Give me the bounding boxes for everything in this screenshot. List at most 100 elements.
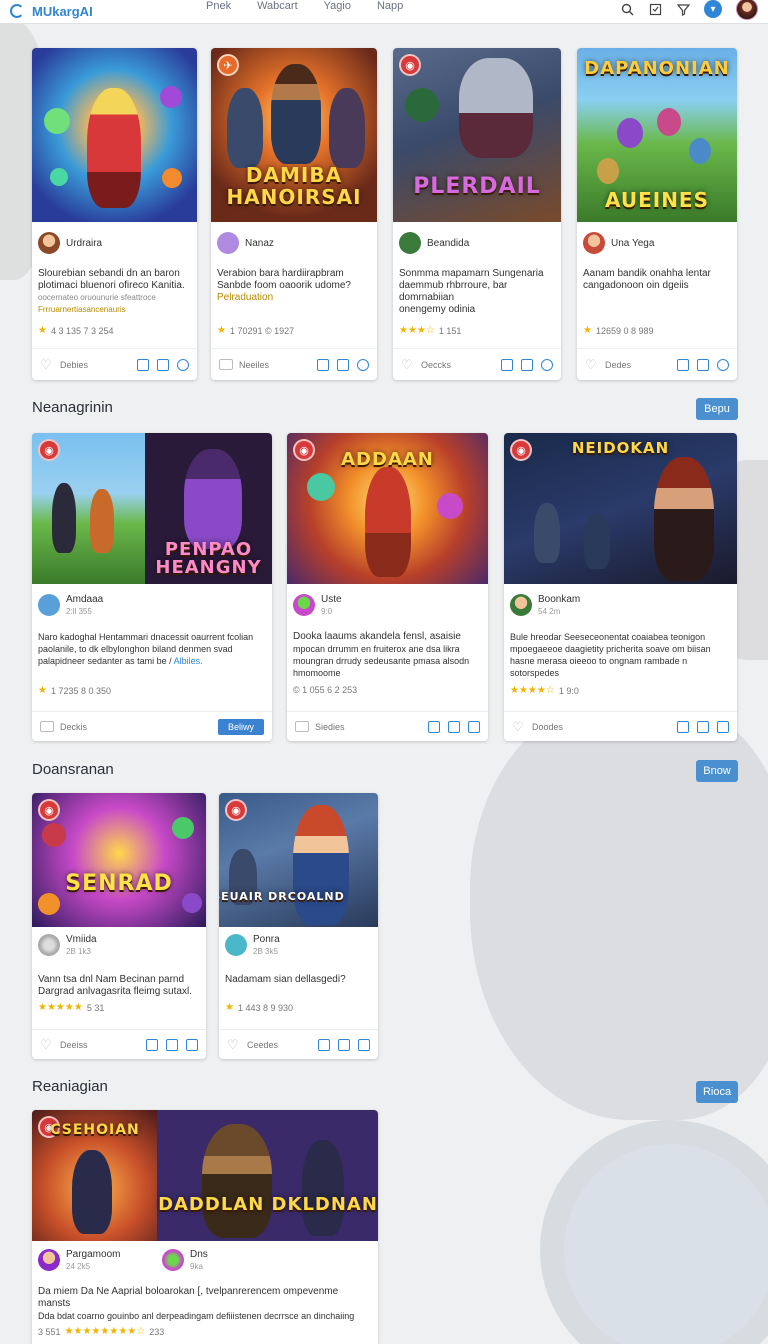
author-avatar: [399, 232, 421, 254]
logo[interactable]: MUkargAI: [10, 0, 93, 22]
game-thumbnail[interactable]: ◉ PENPAO HEANGNY: [32, 433, 272, 584]
heart-icon[interactable]: ♡: [401, 358, 415, 371]
bookmark-icon[interactable]: [697, 358, 709, 371]
alert-icon[interactable]: [697, 720, 709, 733]
card-author[interactable]: Una Yega: [583, 232, 654, 254]
calendar-icon[interactable]: [468, 720, 480, 733]
bookmark-icon[interactable]: [448, 720, 460, 733]
folder-icon[interactable]: [318, 1038, 330, 1051]
section-more-button[interactable]: Bepu: [696, 398, 738, 420]
bookmark-icon[interactable]: [157, 358, 169, 371]
game-thumbnail[interactable]: ◉ CSEHOIAN DADDLAN DKLDNAN: [32, 1110, 378, 1241]
game-card[interactable]: ◉ ADDAAN Uste 9:0 Dooka laaums akandela f…: [287, 433, 488, 741]
desc-line: hasne merasa oieeoo to ongnam rambade n: [510, 656, 688, 666]
card-footer: Deckis Beliwy: [32, 711, 272, 741]
heart-icon[interactable]: ♡: [585, 358, 599, 371]
calendar-icon[interactable]: [717, 720, 729, 733]
card-footer: Neeiles: [211, 348, 377, 380]
desc-line: Verabion bara hardiirapbram: [217, 268, 344, 279]
game-thumbnail[interactable]: ✈ DAMIBA HANOIRSAI: [211, 48, 377, 222]
desc-line: moungran drrudy sedeusante pmasa alsodn: [293, 656, 470, 666]
card-stats: ★ 4 3 135 7 3 254: [38, 325, 114, 336]
alert-icon[interactable]: [166, 1038, 178, 1051]
heart-icon[interactable]: ♡: [512, 720, 526, 733]
document-icon[interactable]: [40, 721, 54, 732]
card-stats: ★★★★★ 5 31: [38, 1002, 104, 1013]
game-card[interactable]: ✈ DAMIBA HANOIRSAI Nanaz Verabion bara h…: [211, 48, 377, 380]
thumbnail-subtitle: AUEINES: [604, 188, 709, 212]
thumbnail-title: DAMIBA HANOIRSAI: [226, 163, 362, 209]
card-author[interactable]: Nanaz: [217, 232, 274, 254]
document-icon[interactable]: [219, 359, 233, 370]
nav-item-2[interactable]: Wabcart: [257, 0, 298, 14]
document-icon[interactable]: [295, 721, 309, 732]
top-navigation-bar: MUkargAI Pnek Wabcart Yagio Napp ▾: [0, 0, 768, 24]
author-meta: 54 2m: [538, 607, 561, 616]
user-avatar[interactable]: [736, 0, 758, 20]
desc-line: Bule hreodar Seeseceonentat coaiabea teo…: [510, 632, 706, 642]
chevron-down-icon[interactable]: ▾: [704, 0, 722, 18]
game-card[interactable]: ◉ PENPAO HEANGNY Amdaaa 2:ll 355 Naro kad…: [32, 433, 272, 741]
game-thumbnail[interactable]: [32, 48, 197, 222]
thumbnail-subtitle: DADDLAN DKLDNAN: [158, 1194, 378, 1215]
author-avatar: [38, 934, 60, 956]
desc-line: Dooka laaums akandela fensl, asaisie: [293, 631, 461, 642]
desc-line: Aanam bandik onahha lentar: [583, 268, 711, 279]
share-icon[interactable]: [541, 358, 553, 371]
game-thumbnail[interactable]: ◉ SEUAIR DRCOALND: [219, 793, 378, 927]
game-card[interactable]: Urdraira Slourebian sebandi dn an baron …: [32, 48, 197, 380]
folder-icon[interactable]: [317, 358, 329, 371]
star-rating: ★★★☆: [399, 325, 435, 336]
search-icon[interactable]: [620, 2, 634, 16]
filter-icon[interactable]: [676, 2, 690, 16]
game-card[interactable]: DAPANONIAN AUEINES Una Yega Aanam bandik…: [577, 48, 737, 380]
section-more-button[interactable]: Bnow: [696, 760, 738, 782]
home-icon[interactable]: [677, 720, 689, 733]
desc-line: Vann tsa dnl Nam Becinan parnd: [38, 974, 185, 985]
card-author[interactable]: Vmiida 2B 1k3: [38, 934, 97, 956]
game-thumbnail[interactable]: DAPANONIAN AUEINES: [577, 48, 737, 222]
close-icon[interactable]: [338, 1038, 350, 1051]
bookmark-icon[interactable]: [521, 358, 533, 371]
game-card[interactable]: ◉ SENRAD Vmiida 2B 1k3 Vann tsa dnl Nam B…: [32, 793, 206, 1059]
heart-icon[interactable]: ♡: [40, 1038, 54, 1051]
game-thumbnail[interactable]: ◉ NEIDOKAN: [504, 433, 737, 584]
game-card[interactable]: ◉ NEIDOKAN Boonkam 54 2m Bule hreodar See…: [504, 433, 737, 741]
home-icon[interactable]: [428, 720, 440, 733]
game-card[interactable]: ◉ PLERDAIL Beandida Sonmma mapamarn Sung…: [393, 48, 561, 380]
nav-item-4[interactable]: Napp: [377, 0, 403, 14]
card-author[interactable]: Urdraira: [38, 232, 102, 254]
nav-item-3[interactable]: Yagio: [324, 0, 351, 14]
game-thumbnail[interactable]: ◉ ADDAAN: [287, 433, 488, 584]
game-thumbnail[interactable]: ◉ SENRAD: [32, 793, 206, 927]
bookmark-icon[interactable]: [648, 2, 662, 16]
home-icon[interactable]: [501, 358, 513, 371]
nav-item-1[interactable]: Pnek: [206, 0, 231, 14]
bookmark-icon[interactable]: [337, 358, 349, 371]
section-more-button[interactable]: Rioca: [696, 1081, 738, 1103]
card-author[interactable]: Amdaaa 2:ll 355: [38, 594, 103, 616]
card-author-secondary[interactable]: Dns 9ka: [162, 1249, 208, 1271]
calendar-icon[interactable]: [358, 1038, 370, 1051]
game-card[interactable]: ◉ CSEHOIAN DADDLAN DKLDNAN Pargamoom 24 2…: [32, 1110, 378, 1344]
folder-icon[interactable]: [137, 358, 149, 371]
desc-line: Da miem Da Ne Aaprial boloarokan [, tvel…: [38, 1286, 339, 1309]
card-author[interactable]: Boonkam 54 2m: [510, 594, 580, 616]
play-button[interactable]: Beliwy: [217, 718, 264, 735]
game-card[interactable]: ◉ SEUAIR DRCOALND Ponra 2B 3k5 Nadamam si…: [219, 793, 378, 1059]
desc-line: Dda bdat coarno gouinbo anl derpeadingam…: [38, 1311, 355, 1321]
card-author[interactable]: Uste 9:0: [293, 594, 342, 616]
game-thumbnail[interactable]: ◉ PLERDAIL: [393, 48, 561, 222]
share-icon[interactable]: [717, 358, 729, 371]
calendar-icon[interactable]: [186, 1038, 198, 1051]
heart-icon[interactable]: ♡: [40, 358, 54, 371]
card-author[interactable]: Ponra 2B 3k5: [225, 934, 280, 956]
share-icon[interactable]: [177, 358, 189, 371]
heart-icon[interactable]: ♡: [227, 1038, 241, 1051]
home-icon[interactable]: [677, 358, 689, 371]
home-icon[interactable]: [146, 1038, 158, 1051]
share-icon[interactable]: [357, 358, 369, 371]
card-author[interactable]: Pargamoom 24 2k5: [38, 1249, 120, 1271]
card-author[interactable]: Beandida: [399, 232, 469, 254]
desc-link[interactable]: Albiles.: [174, 656, 203, 666]
